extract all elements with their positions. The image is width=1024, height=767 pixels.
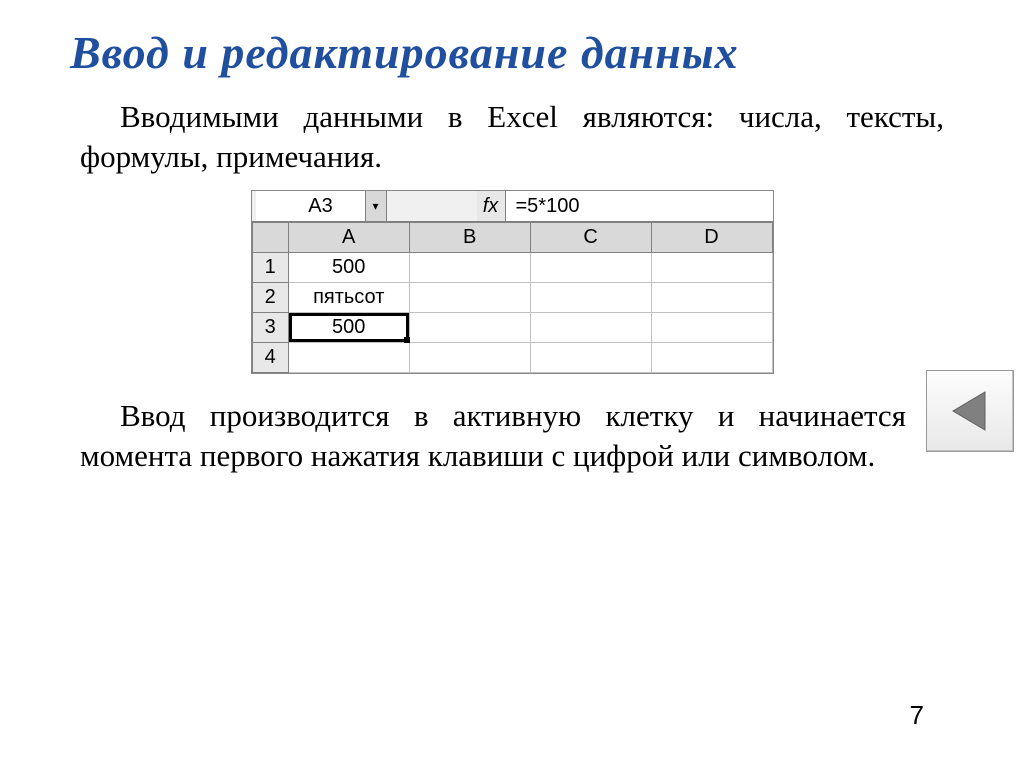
- cell-b2[interactable]: [409, 283, 530, 313]
- cell-d4[interactable]: [651, 343, 772, 373]
- formula-content[interactable]: =5*100: [506, 191, 773, 221]
- cell-b4[interactable]: [409, 343, 530, 373]
- row-3: 3 500: [252, 313, 772, 343]
- previous-slide-button[interactable]: [926, 370, 1014, 452]
- select-all-corner[interactable]: [252, 223, 288, 253]
- page-number: 7: [910, 700, 924, 731]
- col-header-d[interactable]: D: [651, 223, 772, 253]
- cell-c1[interactable]: [530, 253, 651, 283]
- col-header-c[interactable]: C: [530, 223, 651, 253]
- cell-a1[interactable]: 500: [288, 253, 409, 283]
- spreadsheet-grid: A B C D 1 500 2 пятьсот 3 500: [252, 222, 773, 373]
- chevron-down-icon: ▾: [372, 199, 378, 213]
- triangle-left-icon: [947, 388, 993, 434]
- name-box[interactable]: A3 ▾: [256, 191, 387, 221]
- formula-bar: A3 ▾ fx =5*100: [252, 191, 773, 222]
- row-header-2[interactable]: 2: [252, 283, 288, 313]
- row-header-1[interactable]: 1: [252, 253, 288, 283]
- slide: Ввод и редактирование данных Вводимыми д…: [0, 0, 1024, 767]
- cell-c3[interactable]: [530, 313, 651, 343]
- cell-b3[interactable]: [409, 313, 530, 343]
- paragraph-2: Ввод производится в активную клетку и на…: [80, 396, 944, 475]
- row-header-3[interactable]: 3: [252, 313, 288, 343]
- excel-snippet: A3 ▾ fx =5*100 A B C D 1 500: [251, 190, 774, 374]
- fx-button[interactable]: fx: [477, 191, 506, 221]
- name-box-dropdown[interactable]: ▾: [365, 191, 386, 221]
- cell-d1[interactable]: [651, 253, 772, 283]
- cell-c2[interactable]: [530, 283, 651, 313]
- cell-d2[interactable]: [651, 283, 772, 313]
- column-header-row: A B C D: [252, 223, 772, 253]
- row-2: 2 пятьсот: [252, 283, 772, 313]
- row-4: 4: [252, 343, 772, 373]
- cell-c4[interactable]: [530, 343, 651, 373]
- cell-a2[interactable]: пятьсот: [288, 283, 409, 313]
- row-1: 1 500: [252, 253, 772, 283]
- row-header-4[interactable]: 4: [252, 343, 288, 373]
- cell-b1[interactable]: [409, 253, 530, 283]
- cell-a4[interactable]: [288, 343, 409, 373]
- col-header-a[interactable]: A: [288, 223, 409, 253]
- cell-a3[interactable]: 500: [288, 313, 409, 343]
- cell-d3[interactable]: [651, 313, 772, 343]
- name-box-value: A3: [308, 195, 332, 218]
- paragraph-1: Вводимыми данными в Excel являются: числ…: [80, 97, 944, 176]
- col-header-b[interactable]: B: [409, 223, 530, 253]
- slide-title: Ввод и редактирование данных: [70, 26, 954, 79]
